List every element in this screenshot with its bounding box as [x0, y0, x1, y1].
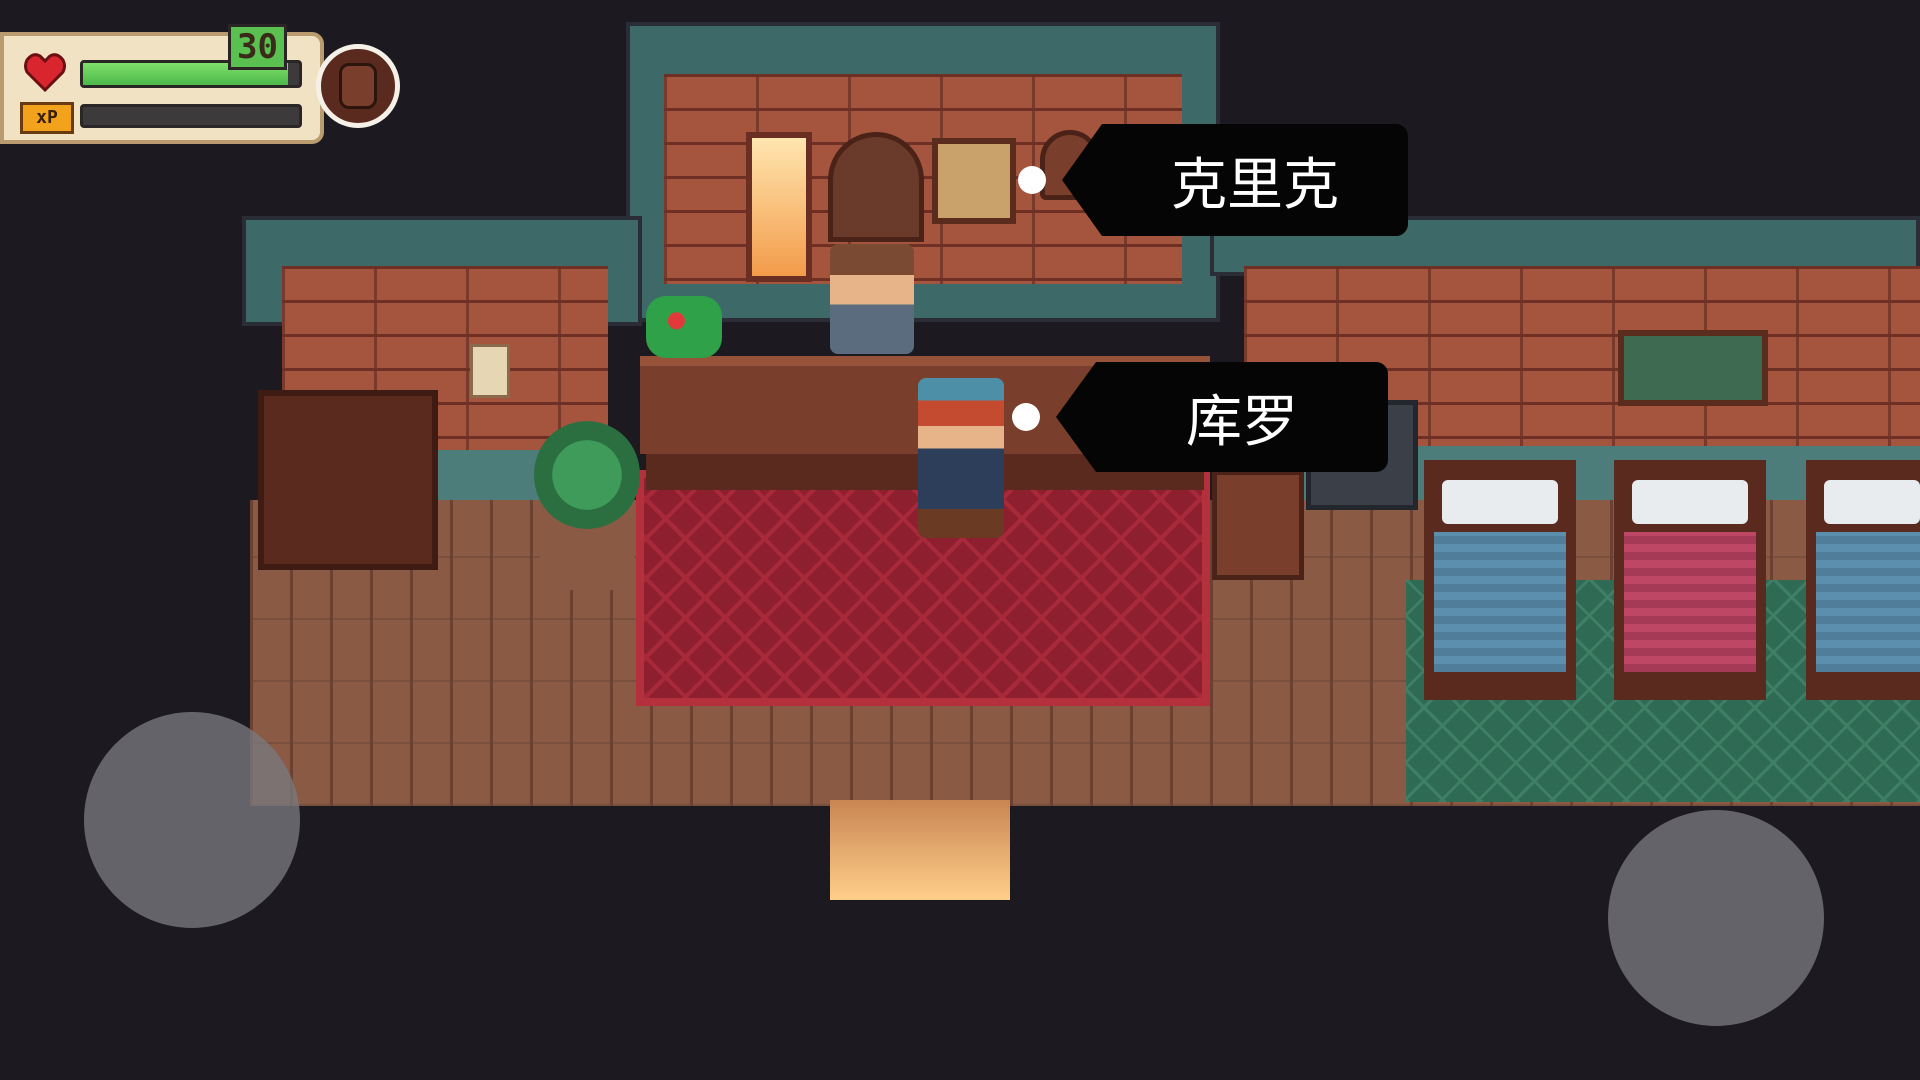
npc-name-1: 克里克 [1171, 152, 1339, 218]
wall-painting [1618, 330, 1768, 406]
game-scene: 克里克 库罗 30 xP [0, 0, 1920, 1080]
potted-plant [534, 420, 640, 590]
npc-name-text: 克里克 [1102, 124, 1408, 236]
backpack-icon [339, 63, 377, 109]
paper-note [470, 344, 510, 398]
doorway-floor [830, 800, 1010, 900]
bed-red [1614, 460, 1766, 700]
portrait-frame [932, 138, 1016, 224]
item-shelf [258, 390, 438, 570]
pointer-dot [1012, 403, 1040, 431]
backpack-avatar[interactable] [316, 44, 400, 128]
shopkeeper-npc[interactable] [830, 244, 914, 354]
movement-joystick[interactable] [84, 712, 300, 928]
arched-door [828, 132, 924, 242]
label-arrow [1056, 362, 1096, 472]
bedside-cabinet [1212, 470, 1304, 580]
bed-blue-2 [1806, 460, 1920, 700]
npc-name-label-2: 库罗 [1012, 362, 1388, 472]
level-badge: 30 [228, 24, 287, 70]
flower-pot [646, 296, 722, 358]
npc-name-2: 库罗 [1186, 389, 1298, 455]
glowing-window [746, 132, 812, 282]
pointer-dot [1018, 166, 1046, 194]
action-button[interactable] [1608, 810, 1824, 1026]
player-character[interactable] [918, 378, 1004, 538]
experience-bar [80, 104, 302, 128]
bed-blue-1 [1424, 460, 1576, 700]
xp-icon: xP [20, 102, 74, 134]
heart-icon [24, 52, 66, 93]
label-arrow [1062, 124, 1102, 236]
status-hud: 30 xP [0, 24, 324, 144]
npc-name-text: 库罗 [1096, 362, 1388, 472]
npc-name-label-1: 克里克 [1018, 124, 1408, 236]
